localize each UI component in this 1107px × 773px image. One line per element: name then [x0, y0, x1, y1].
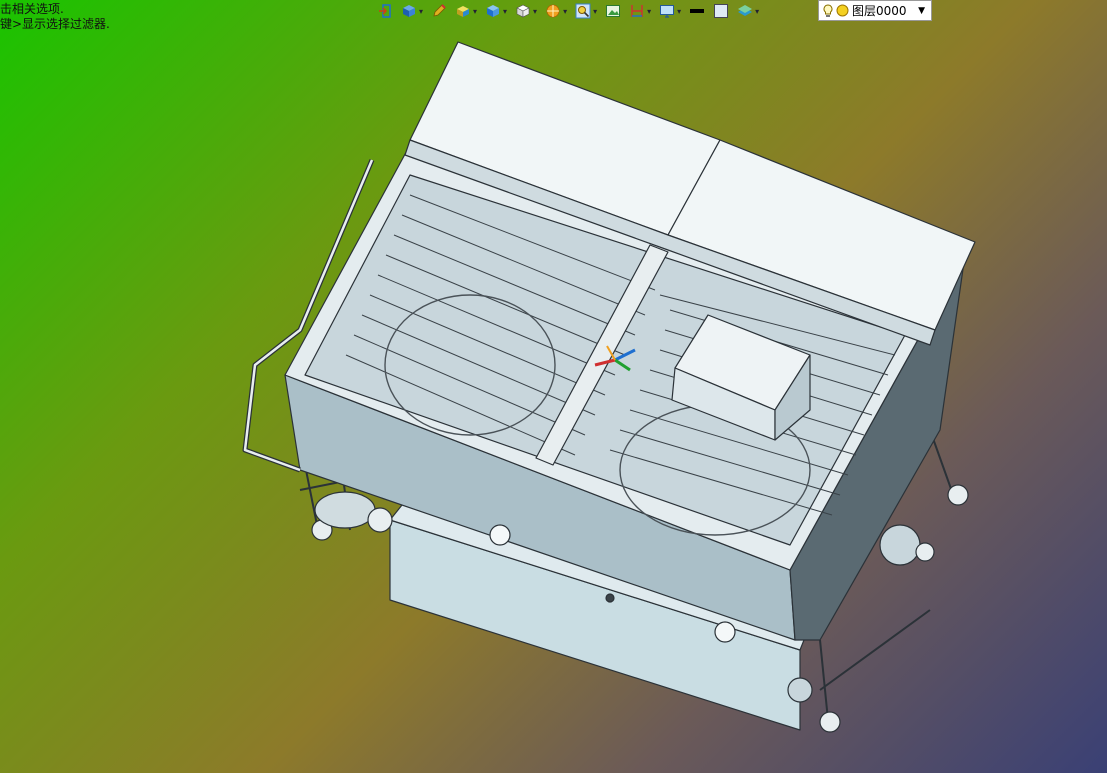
cad-model-viewport[interactable]	[0, 0, 1107, 773]
cooling-unit-model	[242, 41, 976, 733]
pump-motor	[314, 491, 376, 529]
caster-wheel	[819, 711, 841, 733]
pump-flange	[367, 507, 393, 533]
pipe-fitting	[879, 524, 921, 566]
pressure-gauge	[489, 524, 511, 546]
sight-glass	[714, 621, 736, 643]
drain-valve	[605, 593, 615, 603]
caster-wheel	[947, 484, 969, 506]
pipe-fitting	[787, 677, 813, 703]
pipe-fitting	[915, 542, 935, 562]
